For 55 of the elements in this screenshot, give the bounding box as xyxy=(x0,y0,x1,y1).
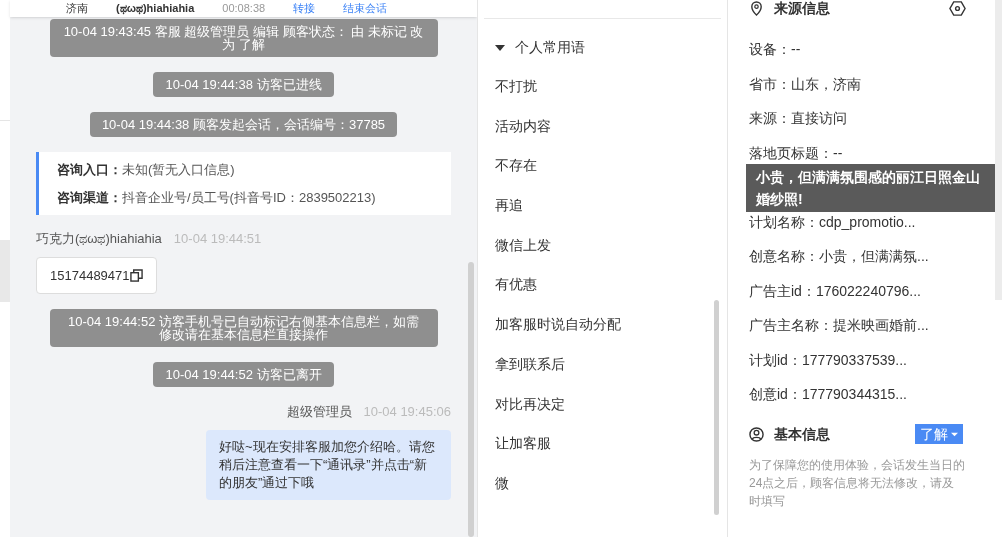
info-field: 设备：-- xyxy=(749,39,966,59)
phrase-item[interactable]: 不打扰 xyxy=(495,76,727,116)
phrase-item[interactable]: 微 xyxy=(495,472,727,513)
visitor-name: (ಥωಥ)hiahiahia xyxy=(116,3,195,14)
phrase-item[interactable]: 拿到联系后 xyxy=(495,353,727,394)
info-field: 计划id：177790337539... xyxy=(749,349,966,370)
info-field: 广告主id：176022240796... xyxy=(749,280,966,301)
field-label: 咨询渠道： xyxy=(57,188,122,207)
info-field: 创意名称：小贵，但满满氛... xyxy=(749,246,966,266)
info-field: 创意id：177790344315... xyxy=(749,384,966,404)
info-field: 落地页标题：-- xyxy=(749,142,966,163)
section-title: 来源信息 xyxy=(774,0,830,18)
sender-name: 巧克力(ಥωಥ)hiahiahia xyxy=(36,230,162,248)
phrase-item[interactable]: 微信上发 xyxy=(495,234,727,275)
scrollbar[interactable] xyxy=(995,0,1002,300)
info-field: 广告主名称：提米映画婚前... xyxy=(749,315,966,335)
user-icon xyxy=(749,426,764,442)
scrollbar[interactable] xyxy=(468,262,474,537)
group-label: 个人常用语 xyxy=(515,38,585,57)
note-text: 为了保障您的使用体验，会话发生当日的24点之后，顾客信息将无法修改，请及时填写 xyxy=(749,457,966,510)
field-value: 未知(暂无入口信息) xyxy=(122,161,235,179)
message-time: 10-04 19:44:51 xyxy=(173,230,262,248)
info-field: 来源：直接访问 xyxy=(749,108,966,128)
sender-name: 超级管理员 xyxy=(286,403,352,421)
duration-label: 00:08:38 xyxy=(222,3,266,14)
system-notice: 10-04 19:44:52 访客手机号已自动标记右侧基本信息栏，如需修改请在基本信息栏直接操作 xyxy=(49,309,438,347)
info-field: 计划名称：cdp_promotio... xyxy=(749,211,966,232)
system-notice: 10-04 19:44:38 访客已进线 xyxy=(153,72,334,97)
phrase-item[interactable]: 对比再决定 xyxy=(495,393,727,434)
settings-icon[interactable] xyxy=(949,0,966,17)
scrollbar[interactable] xyxy=(714,300,719,515)
phrase-item[interactable]: 让加客服 xyxy=(495,433,727,473)
field-label: 咨询入口： xyxy=(57,161,122,179)
phrase-item[interactable]: 不存在 xyxy=(495,155,727,196)
caret-icon[interactable] xyxy=(495,42,505,53)
message-time: 10-04 19:45:06 xyxy=(363,403,451,421)
system-notice: 10-04 19:44:52 访客已离开 xyxy=(153,362,334,387)
section-title: 基本信息 xyxy=(774,424,830,444)
phrase-item[interactable]: 再追 xyxy=(495,195,727,235)
message-text: 15174489471 xyxy=(50,266,130,285)
phrase-item[interactable]: 有优惠 xyxy=(495,274,727,315)
action-link[interactable]: 转接 xyxy=(293,3,316,14)
phrase-item[interactable]: 加客服时说自动分配 xyxy=(495,314,727,354)
message-bubble: 好哒~现在安排客服加您介绍哈。请您稍后注意查看一下“通讯录”并点击“新的朋友”通过下哦 xyxy=(206,429,451,500)
group-header[interactable]: 个人常用语 xyxy=(495,37,727,58)
system-notice: 10-04 19:44:38 顾客发起会话，会话编号：37785 xyxy=(89,112,398,137)
location-pin-icon xyxy=(749,1,764,16)
info-field: 省市：山东，济南 xyxy=(749,73,966,94)
field-value: 抖音企业号/员工号(抖音号ID：2839502213) xyxy=(122,188,376,207)
action-link[interactable]: 结束会话 xyxy=(343,3,388,14)
phrase-item[interactable]: 活动内容 xyxy=(495,115,727,156)
caret-icon xyxy=(951,430,958,438)
city-label: 济南 xyxy=(66,3,88,14)
system-notice: 10-04 19:43:45 客服 超级管理员 编辑 顾客状态： 由 未标记 改为 了解 xyxy=(49,19,438,57)
copy-icon[interactable] xyxy=(129,268,143,282)
